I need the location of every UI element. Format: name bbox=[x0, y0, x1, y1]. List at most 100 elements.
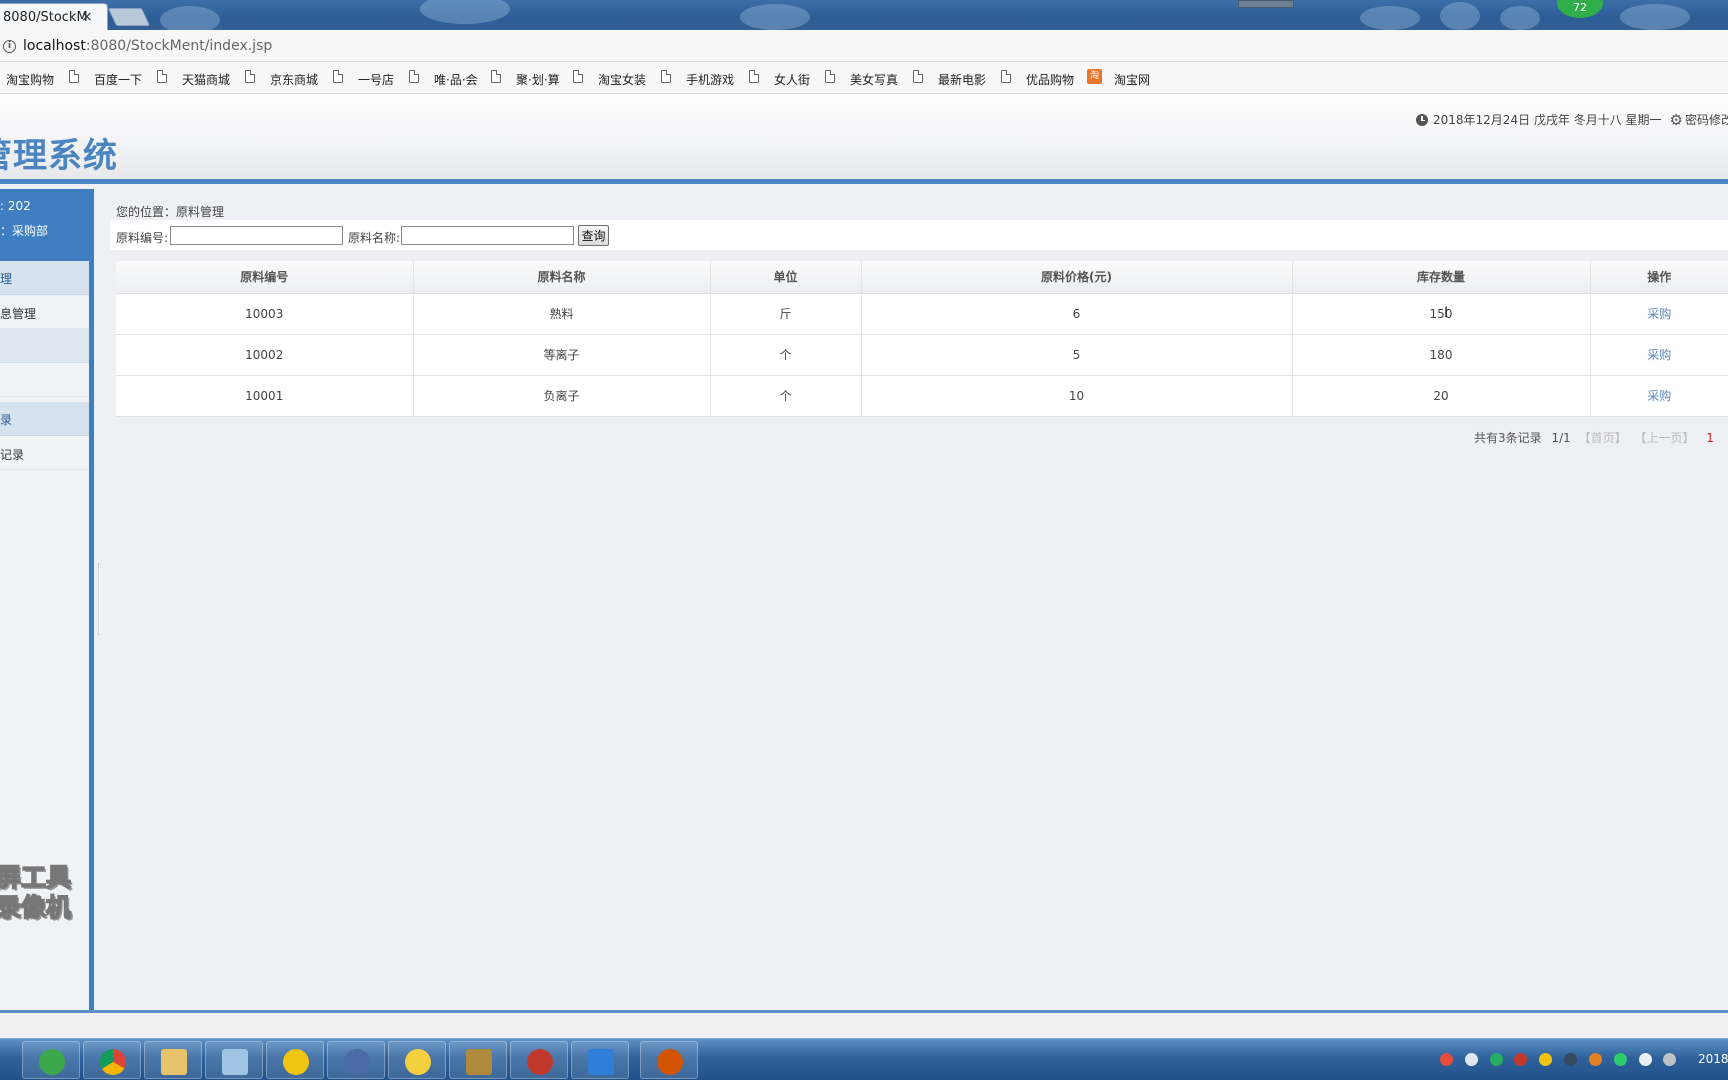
sidebar-item-blank[interactable] bbox=[0, 329, 89, 363]
password-link[interactable]: 密码修改 bbox=[1685, 113, 1728, 127]
pager-first[interactable]: 【首页】 bbox=[1579, 431, 1627, 445]
cell-unit: 个 bbox=[710, 334, 862, 376]
page-icon bbox=[825, 70, 835, 83]
system-badge: 72 bbox=[1557, 0, 1603, 18]
cell-stock: 20 bbox=[1292, 375, 1591, 417]
bookmark-item[interactable]: 聚·划·算 bbox=[516, 71, 560, 88]
user-department: ：采购部 bbox=[0, 224, 49, 238]
tray-cloud-icon[interactable] bbox=[1464, 1053, 1478, 1066]
cell-stock: 150 bbox=[1292, 293, 1591, 335]
plus-app-icon bbox=[283, 1049, 309, 1075]
taskbar-app-tool[interactable] bbox=[266, 1041, 324, 1079]
cell-name: 熟料 bbox=[413, 293, 711, 335]
name-label: 原料名称: bbox=[348, 231, 401, 245]
cell-stock: 180 bbox=[1292, 334, 1591, 376]
app-header: 管理系统 2018年12月24日 戊戌年 冬月十八 星期一 ⚙密码修改 bbox=[0, 94, 1728, 184]
url-text[interactable]: localhost:8080/StockMent/index.jsp bbox=[23, 38, 272, 54]
query-button[interactable]: 查询 bbox=[578, 225, 609, 246]
cell-unit: 斤 bbox=[710, 293, 862, 335]
page-icon bbox=[749, 70, 759, 83]
bookmark-item[interactable]: 优品购物 bbox=[1026, 71, 1074, 88]
cell-unit: 个 bbox=[710, 375, 862, 417]
taskbar-app-notepad[interactable] bbox=[205, 1041, 263, 1079]
page-icon bbox=[573, 70, 583, 83]
cell-price: 5 bbox=[861, 334, 1293, 376]
taskbar-clock[interactable]: 2018 bbox=[1698, 1052, 1728, 1066]
col-unit-header: 单位 bbox=[710, 261, 862, 294]
cell-price: 6 bbox=[861, 293, 1293, 335]
bookmark-item[interactable]: 女人街 bbox=[774, 71, 810, 88]
col-stock-header: 库存数量 bbox=[1292, 261, 1591, 294]
table-header-row: 原料编号 原料名称 单位 原料价格(元) 库存数量 操作 bbox=[116, 261, 1728, 294]
page-icon bbox=[333, 70, 343, 83]
bookmark-item[interactable]: 京东商城 bbox=[270, 71, 318, 88]
browser-tab-strip: 8080/StockM × 72 bbox=[0, 0, 1728, 30]
cell-action: 采购 bbox=[1590, 293, 1728, 335]
pagination: 共有3条记录 1/1 【首页】 【上一页】 1 【下 bbox=[1474, 429, 1728, 446]
sidebar-group-records[interactable]: 录 bbox=[0, 402, 89, 436]
taskbar-app-db[interactable] bbox=[449, 1041, 507, 1079]
clock-icon bbox=[1416, 114, 1428, 126]
tray-qq-icon[interactable] bbox=[1564, 1053, 1578, 1066]
cell-code: 10002 bbox=[116, 334, 414, 376]
tray-sogou-icon[interactable] bbox=[1440, 1053, 1453, 1066]
bookmark-item[interactable]: 天猫商城 bbox=[182, 71, 230, 88]
tray-volume-icon[interactable] bbox=[1663, 1053, 1677, 1066]
eight-app-icon bbox=[344, 1049, 370, 1075]
page-icon bbox=[245, 70, 255, 83]
pager-prev[interactable]: 【上一页】 bbox=[1634, 431, 1694, 445]
bookmark-item[interactable]: 最新电影 bbox=[938, 71, 986, 88]
bookmarks-bar: 淘宝购物 百度一下 天猫商城 京东商城 一号店 唯·品·会 聚·划·算 淘宝女装… bbox=[0, 62, 1728, 94]
tray-plus-icon[interactable] bbox=[1613, 1053, 1627, 1066]
sidebar-group-materials[interactable]: 理 bbox=[0, 261, 89, 295]
tab-close-icon[interactable]: × bbox=[81, 9, 93, 25]
bookmark-item[interactable]: 百度一下 bbox=[94, 71, 142, 88]
taskbar-app-recorder[interactable] bbox=[640, 1041, 698, 1079]
browser-tab-active[interactable]: 8080/StockM × bbox=[0, 3, 108, 30]
tray-orange-icon[interactable] bbox=[1588, 1053, 1602, 1066]
sidebar-item-blank-2[interactable] bbox=[0, 363, 89, 397]
pager-pages: 1/1 bbox=[1551, 431, 1571, 445]
bookmark-item[interactable]: 手机游戏 bbox=[686, 71, 734, 88]
sidebar-item-info[interactable]: 息管理 bbox=[0, 295, 89, 329]
taskbar-app-red[interactable] bbox=[510, 1041, 568, 1079]
tray-network-icon[interactable] bbox=[1638, 1053, 1652, 1066]
bookmark-item[interactable]: 淘宝网 bbox=[1114, 71, 1150, 88]
pager-next[interactable]: 【下 bbox=[1722, 431, 1728, 445]
materials-table: 原料编号 原料名称 单位 原料价格(元) 库存数量 操作 10003 熟料 斤 … bbox=[116, 261, 1728, 417]
taskbar-app-wps[interactable] bbox=[571, 1041, 629, 1079]
page-icon bbox=[69, 70, 79, 83]
gear-icon[interactable]: ⚙ bbox=[1670, 111, 1683, 129]
taskbar-app-music[interactable] bbox=[388, 1041, 446, 1079]
tray-shield-icon[interactable] bbox=[1514, 1053, 1528, 1066]
page-icon bbox=[1001, 70, 1011, 83]
tray-green-icon[interactable] bbox=[1489, 1053, 1503, 1066]
cell-price: 10 bbox=[861, 375, 1293, 417]
browser-status-area bbox=[0, 1010, 1728, 1038]
name-input[interactable] bbox=[401, 226, 574, 245]
bookmark-item[interactable]: 美女写真 bbox=[850, 71, 898, 88]
bookmark-item[interactable]: 淘宝女装 bbox=[598, 71, 646, 88]
watermark-line-2: 录像机 bbox=[0, 892, 72, 923]
code-input[interactable] bbox=[170, 226, 343, 245]
address-bar[interactable]: i localhost:8080/StockMent/index.jsp bbox=[0, 30, 1728, 62]
purchase-link[interactable]: 采购 bbox=[1647, 389, 1671, 403]
sidebar-item-records[interactable]: 记录 bbox=[0, 436, 89, 470]
tray-yellow-icon[interactable] bbox=[1539, 1053, 1553, 1066]
taskbar-app-eclipse[interactable] bbox=[327, 1041, 385, 1079]
user-info: : 202 ：采购部 bbox=[0, 189, 89, 261]
purchase-link[interactable]: 采购 bbox=[1647, 348, 1671, 362]
taskbar-app-explorer[interactable] bbox=[144, 1041, 202, 1079]
new-tab-button[interactable] bbox=[107, 8, 151, 26]
taskbar-app-360[interactable] bbox=[22, 1041, 80, 1079]
col-action-header: 操作 bbox=[1590, 261, 1728, 294]
bookmark-item[interactable]: 一号店 bbox=[358, 71, 394, 88]
page-icon bbox=[409, 70, 419, 83]
purchase-link[interactable]: 采购 bbox=[1647, 307, 1671, 321]
bookmark-item[interactable]: 唯·品·会 bbox=[434, 71, 478, 88]
watermark: 屏工具 录像机 bbox=[0, 862, 72, 923]
pager-current[interactable]: 1 bbox=[1706, 431, 1714, 445]
info-icon[interactable]: i bbox=[3, 40, 16, 53]
taskbar-app-chrome[interactable] bbox=[83, 1041, 141, 1079]
bookmark-item[interactable]: 淘宝购物 bbox=[6, 71, 54, 88]
